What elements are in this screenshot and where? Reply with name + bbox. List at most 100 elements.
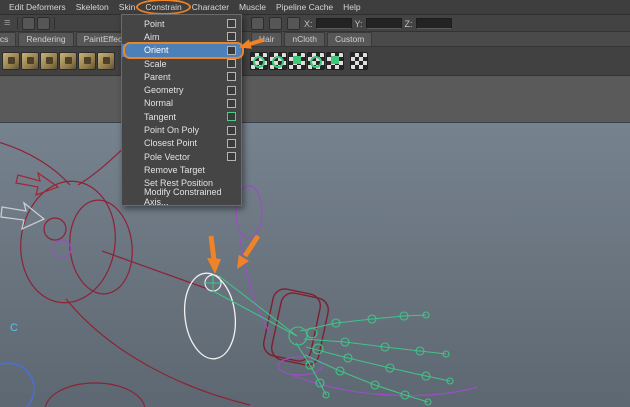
menu-item-label: Orient bbox=[144, 45, 169, 55]
viewport[interactable]: C bbox=[0, 122, 630, 407]
menu-skin[interactable]: Skin bbox=[114, 0, 141, 14]
x-input[interactable] bbox=[316, 18, 352, 29]
menu-pipeline-cache[interactable]: Pipeline Cache bbox=[271, 0, 338, 14]
menu-item-point-on-poly[interactable]: Point On Poly bbox=[122, 123, 241, 136]
wire-box-back bbox=[269, 291, 330, 367]
shelf-tab-dynamics[interactable]: ics bbox=[0, 32, 16, 46]
constrain-dropdown-menu: Point Aim Orient Scale Parent Geometry N… bbox=[121, 14, 242, 206]
wire-purple-circle bbox=[53, 240, 71, 258]
x-label: X: bbox=[304, 19, 313, 29]
menu-item-label: Remove Target bbox=[144, 165, 205, 175]
menu-item-geometry[interactable]: Geometry bbox=[122, 83, 241, 96]
menu-item-pole-vector[interactable]: Pole Vector bbox=[122, 150, 241, 163]
menu-edit-deformers[interactable]: Edit Deformers bbox=[4, 0, 71, 14]
menu-item-scale[interactable]: Scale bbox=[122, 57, 241, 70]
snap-point-icon[interactable] bbox=[287, 17, 300, 30]
viewport-scene: C bbox=[0, 123, 630, 407]
snap-curve-icon[interactable] bbox=[269, 17, 282, 30]
shelf-tab-rendering[interactable]: Rendering bbox=[18, 32, 73, 46]
menu-item-label: Modify Constrained Axis... bbox=[144, 187, 236, 207]
menu-item-label: Point On Poly bbox=[144, 125, 199, 135]
menu-item-aim[interactable]: Aim bbox=[122, 30, 241, 43]
menu-help[interactable]: Help bbox=[338, 0, 365, 14]
curve-label-c: C bbox=[10, 322, 18, 334]
shelf-tab-custom[interactable]: Custom bbox=[327, 32, 372, 46]
texture-checker-icon[interactable] bbox=[350, 52, 368, 70]
y-input[interactable] bbox=[366, 18, 402, 29]
paint-grass-icon[interactable] bbox=[59, 52, 77, 70]
maya-window: Edit Deformers Skeleton Skin Constrain C… bbox=[0, 0, 630, 407]
option-box-icon[interactable] bbox=[227, 59, 236, 68]
paint-tree-icon[interactable] bbox=[21, 52, 39, 70]
divider bbox=[54, 17, 55, 29]
option-box-icon[interactable] bbox=[227, 126, 236, 135]
menu-item-label: Parent bbox=[144, 72, 171, 82]
menu-item-tangent[interactable]: Tangent bbox=[122, 110, 241, 123]
option-box-icon[interactable] bbox=[227, 152, 236, 161]
y-label: Y: bbox=[355, 19, 363, 29]
menu-item-orient[interactable]: Orient bbox=[122, 44, 241, 57]
wire-blue-circle bbox=[0, 363, 34, 407]
snap-grid-icon[interactable] bbox=[251, 17, 264, 30]
option-box-icon[interactable] bbox=[227, 32, 236, 41]
menu-item-label: Pole Vector bbox=[144, 152, 190, 162]
menu-item-label: Aim bbox=[144, 32, 160, 42]
ncache-icon[interactable] bbox=[307, 52, 325, 70]
option-box-icon[interactable] bbox=[227, 86, 236, 95]
menu-skeleton[interactable]: Skeleton bbox=[71, 0, 114, 14]
option-box-icon[interactable] bbox=[227, 19, 236, 28]
menu-item-modify-constrained-axis[interactable]: Modify Constrained Axis... bbox=[122, 190, 241, 203]
menu-character[interactable]: Character bbox=[187, 0, 234, 14]
scene-icon[interactable] bbox=[22, 17, 35, 30]
wire-red-ellipse-bottom bbox=[45, 383, 145, 407]
menu-item-label: Scale bbox=[144, 59, 167, 69]
option-box-icon[interactable] bbox=[227, 139, 236, 148]
paint-feather-icon[interactable] bbox=[78, 52, 96, 70]
paint-vine-icon[interactable] bbox=[97, 52, 115, 70]
nsolver-icon[interactable] bbox=[326, 52, 344, 70]
option-box-icon[interactable] bbox=[227, 112, 236, 121]
z-label: Z: bbox=[405, 19, 413, 29]
menu-constrain[interactable]: Constrain bbox=[140, 0, 186, 14]
menu-item-normal[interactable]: Normal bbox=[122, 97, 241, 110]
menu-item-label: Point bbox=[144, 19, 165, 29]
paint-brush-icon[interactable] bbox=[2, 52, 20, 70]
wire-red-curve-bottom bbox=[66, 299, 250, 405]
open-scene-icon[interactable] bbox=[37, 17, 50, 30]
wire-red-arrow-shape bbox=[16, 173, 58, 195]
menu-bar: Edit Deformers Skeleton Skin Constrain C… bbox=[0, 0, 630, 14]
menu-item-label: Closest Point bbox=[144, 138, 197, 148]
menu-item-label: Geometry bbox=[144, 85, 184, 95]
option-box-icon[interactable] bbox=[227, 72, 236, 81]
menu-lines-icon[interactable]: ≡ bbox=[0, 16, 14, 30]
shelf-tabs: ics Rendering PaintEffects Hair nCloth C… bbox=[0, 31, 630, 46]
menu-constrain-label: Constrain bbox=[145, 2, 181, 12]
shelf-icon-row bbox=[0, 46, 630, 75]
selected-control-circle[interactable] bbox=[180, 270, 240, 361]
coordinate-fields: X: Y: Z: bbox=[250, 17, 452, 30]
ncloth-passive-icon[interactable] bbox=[269, 52, 287, 70]
option-box-icon[interactable] bbox=[227, 99, 236, 108]
menu-item-point[interactable]: Point bbox=[122, 17, 241, 30]
menu-item-closest-point[interactable]: Closest Point bbox=[122, 137, 241, 150]
finger-1 bbox=[300, 315, 426, 331]
nconstraint-icon[interactable] bbox=[288, 52, 306, 70]
divider bbox=[17, 17, 18, 29]
panel-gutter bbox=[0, 75, 630, 122]
option-box-icon[interactable] bbox=[227, 46, 236, 55]
menu-item-parent[interactable]: Parent bbox=[122, 70, 241, 83]
status-line: ≡ X: Y: Z: bbox=[0, 14, 630, 31]
wire-red-curve-topleft bbox=[0, 141, 70, 185]
menu-muscle[interactable]: Muscle bbox=[234, 0, 271, 14]
ncloth-create-icon[interactable] bbox=[250, 52, 268, 70]
menu-item-label: Tangent bbox=[144, 112, 176, 122]
shelf-tab-ncloth[interactable]: nCloth bbox=[284, 32, 325, 46]
paint-flower-icon[interactable] bbox=[40, 52, 58, 70]
wire-red-circle-small bbox=[44, 218, 66, 240]
menu-item-label: Normal bbox=[144, 98, 173, 108]
z-input[interactable] bbox=[416, 18, 452, 29]
menu-item-remove-target[interactable]: Remove Target bbox=[122, 163, 241, 176]
wire-red-line-to-ellipse bbox=[102, 251, 208, 289]
shelf-tab-hair[interactable]: Hair bbox=[251, 32, 283, 46]
wire-gray-arrow-shape bbox=[1, 203, 44, 229]
